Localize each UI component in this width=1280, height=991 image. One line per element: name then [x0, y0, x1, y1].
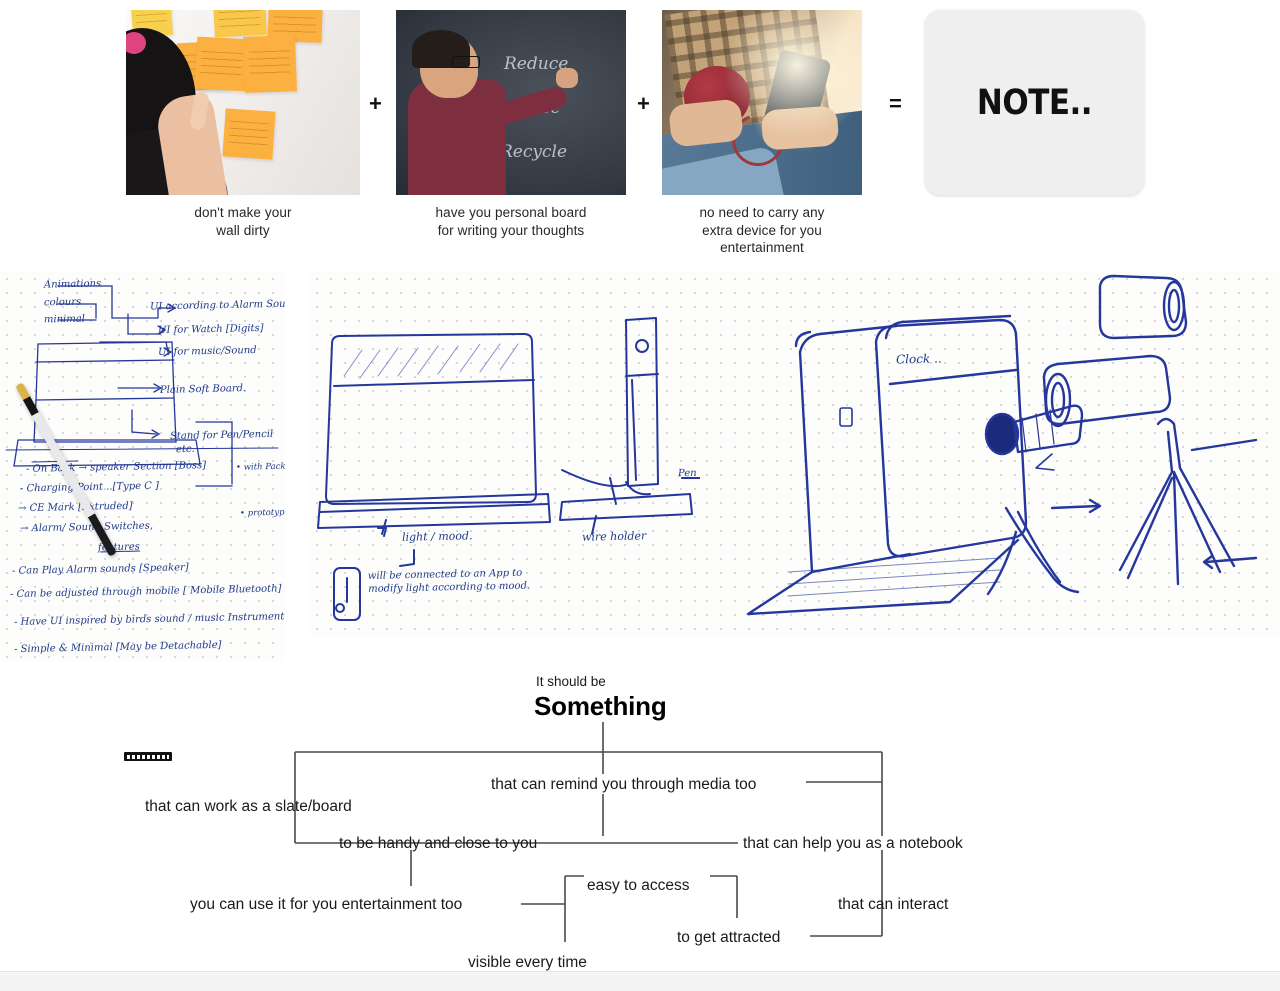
- caption-line: no need to carry any: [699, 205, 825, 220]
- sticky-note: [213, 10, 267, 38]
- sketch-strip: Animations colours. minimal UI according…: [0, 272, 1280, 664]
- sketch-note: • prototyping: [239, 507, 285, 519]
- sketch-note: light / mood.: [401, 529, 473, 544]
- note-logo-card: NOTE..: [925, 10, 1144, 195]
- person-hand: [556, 68, 578, 88]
- photo-blackboard: Reduce Reuse Recycle: [396, 10, 626, 195]
- sketch-ink-right: [746, 274, 1258, 616]
- sketch-note: colours.: [43, 296, 85, 309]
- equation-item-sticky-notes: don't make your wall dirty: [126, 10, 360, 239]
- sketch-note: will be connected to an App to modify li…: [367, 567, 531, 595]
- caption-line: don't make your: [194, 205, 292, 220]
- mindmap-node-get-attracted[interactable]: to get attracted: [677, 930, 780, 946]
- chalk-word-recycle: Recycle: [500, 142, 568, 162]
- sketch-panel-middle: light / mood. will be connected to an Ap…: [310, 272, 700, 638]
- sketch-panel-right: Clock ..: [700, 272, 1280, 638]
- sketch-note: Animations: [43, 278, 102, 291]
- mindmap-node-visible-everytime[interactable]: visible every time: [468, 955, 587, 971]
- sticky-note: [194, 36, 250, 92]
- operator-equals: =: [889, 91, 902, 116]
- caption-blackboard: have you personal board for writing your…: [396, 204, 626, 239]
- equation-row: don't make your wall dirty + Reduce Reus…: [0, 0, 1280, 262]
- caption-speaker-phone: no need to carry any extra device for yo…: [662, 204, 862, 257]
- sticky-note: [243, 35, 297, 93]
- mindmap-node-help-notebook[interactable]: that can help you as a notebook: [743, 836, 963, 852]
- sketch-note: UI for Watch [Digits]: [157, 322, 264, 337]
- caption-line: have you personal board: [435, 205, 587, 220]
- sketch-note: wire holder: [581, 529, 647, 544]
- caption-line: wall dirty: [216, 222, 270, 238]
- footer-bar: [0, 971, 1280, 991]
- mindmap-node-remind-media[interactable]: that can remind you through media too: [491, 777, 756, 793]
- sketch-panel-left: Animations colours. minimal UI according…: [0, 272, 285, 662]
- sketch-note: Stand for Pen/Pencil: [169, 428, 274, 443]
- mindmap-node-can-interact[interactable]: that can interact: [838, 897, 948, 913]
- caption-line: extra device for you: [702, 222, 822, 238]
- mindmap-node-easy-access[interactable]: easy to access: [587, 878, 690, 894]
- mindmap-node-handy-close[interactable]: to be handy and close to you: [339, 836, 537, 852]
- sketch-note: etc.: [175, 443, 195, 456]
- note-logo-text: NOTE..: [976, 82, 1093, 123]
- operator-plus-2: +: [637, 91, 650, 116]
- caption-sticky-notes: don't make your wall dirty: [126, 204, 360, 239]
- photo-sticky-notes: [126, 10, 360, 195]
- mindmap-node-entertainment[interactable]: you can use it for you entertainment too: [190, 897, 462, 913]
- eyeglasses: [452, 56, 480, 68]
- sketch-note: • with Packaging: [235, 461, 285, 473]
- caption-line: entertainment: [720, 240, 804, 255]
- left-hand: [668, 98, 744, 148]
- sketch-note: Pen S: [677, 467, 700, 480]
- sketch-note: minimal: [43, 313, 86, 326]
- sticky-note: [222, 108, 276, 160]
- caption-line: for writing your thoughts: [437, 222, 585, 238]
- sketch-note: Plain Soft Board.: [159, 383, 247, 396]
- photo-speaker-phone: [662, 10, 862, 195]
- mindmap: It should be Something that can work as …: [0, 664, 1280, 970]
- sketch-note: UI for music/Sound: [157, 344, 257, 359]
- mindmap-node-slate-board[interactable]: that can work as a slate/board: [145, 799, 352, 815]
- sketch-note: Clock ..: [895, 351, 942, 367]
- equation-item-speaker-phone: no need to carry any extra device for yo…: [662, 10, 862, 257]
- equation-item-blackboard: Reduce Reuse Recycle have you personal b…: [396, 10, 626, 239]
- operator-plus-1: +: [369, 91, 382, 116]
